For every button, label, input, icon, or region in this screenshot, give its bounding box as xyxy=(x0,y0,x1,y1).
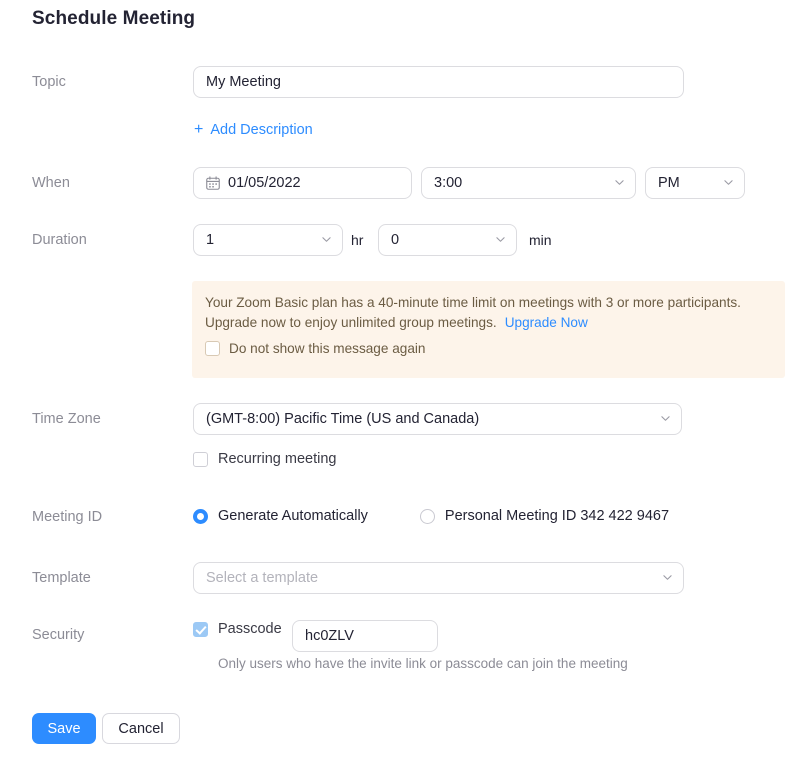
banner-line-2: Upgrade now to enjoy unlimited group mee… xyxy=(205,313,769,333)
schedule-meeting-dialog: Schedule Meeting Topic My Meeting + Add … xyxy=(0,0,788,757)
topic-input-value: My Meeting xyxy=(206,74,281,90)
chevron-down-icon xyxy=(322,235,331,244)
unit-hr: hr xyxy=(351,232,364,248)
calendar-icon xyxy=(206,176,220,190)
chevron-down-icon xyxy=(496,235,505,244)
banner-line-1: Your Zoom Basic plan has a 40-minute tim… xyxy=(205,295,741,310)
add-description-button[interactable]: + Add Description xyxy=(194,121,313,139)
dismiss-banner-row[interactable]: Do not show this message again xyxy=(205,341,769,356)
time-zone-value: (GMT-8:00) Pacific Time (US and Canada) xyxy=(206,411,480,427)
radio-generate-automatically[interactable]: Generate Automatically xyxy=(193,508,368,524)
recurring-meeting-label: Recurring meeting xyxy=(218,451,337,467)
passcode-checkbox[interactable] xyxy=(193,621,208,637)
chevron-down-icon xyxy=(663,573,672,582)
template-select[interactable]: Select a template xyxy=(193,562,684,594)
add-description-label: Add Description xyxy=(210,122,313,138)
passcode-input-value: hc0ZLV xyxy=(305,628,354,644)
date-input-value: 01/05/2022 xyxy=(228,175,301,191)
label-duration: Duration xyxy=(32,232,87,248)
dismiss-banner-checkbox[interactable] xyxy=(205,341,220,356)
radio-personal-meeting-id-indicator xyxy=(419,508,435,524)
time-zone-select[interactable]: (GMT-8:00) Pacific Time (US and Canada) xyxy=(193,403,682,435)
banner-line-2-text: Upgrade now to enjoy unlimited group mee… xyxy=(205,315,497,330)
meeting-id-radio-group: Generate Automatically Personal Meeting … xyxy=(193,508,669,524)
label-security: Security xyxy=(32,627,85,643)
date-input[interactable]: 01/05/2022 xyxy=(193,167,412,199)
duration-hours-value: 1 xyxy=(206,232,215,248)
radio-generate-automatically-label: Generate Automatically xyxy=(218,508,368,524)
topic-input[interactable]: My Meeting xyxy=(193,66,684,98)
recurring-meeting-row[interactable]: Recurring meeting xyxy=(193,451,336,467)
passcode-label: Passcode xyxy=(218,621,282,637)
passcode-row: Passcode xyxy=(193,621,298,637)
label-template: Template xyxy=(32,570,91,586)
passcode-input[interactable]: hc0ZLV xyxy=(292,620,438,652)
duration-minutes-select[interactable]: 0 xyxy=(378,224,517,256)
label-time-zone: Time Zone xyxy=(32,411,101,427)
recurring-meeting-checkbox[interactable] xyxy=(193,451,208,467)
chevron-down-icon xyxy=(724,178,733,187)
time-select[interactable]: 3:00 xyxy=(421,167,636,199)
duration-hours-select[interactable]: 1 xyxy=(193,224,343,256)
page-title: Schedule Meeting xyxy=(32,8,196,29)
save-button[interactable]: Save xyxy=(32,713,96,744)
chevron-down-icon xyxy=(661,414,670,423)
plan-limit-banner: Your Zoom Basic plan has a 40-minute tim… xyxy=(192,281,785,378)
plus-icon: + xyxy=(194,121,204,138)
meridiem-select[interactable]: PM xyxy=(645,167,745,199)
cancel-button[interactable]: Cancel xyxy=(102,713,180,744)
duration-minutes-value: 0 xyxy=(391,232,400,248)
dismiss-banner-label: Do not show this message again xyxy=(229,341,426,356)
upgrade-now-link[interactable]: Upgrade Now xyxy=(505,315,588,330)
meridiem-select-value: PM xyxy=(658,175,680,191)
chevron-down-icon xyxy=(615,178,624,187)
template-placeholder: Select a template xyxy=(206,570,319,586)
label-when: When xyxy=(32,175,70,191)
label-meeting-id: Meeting ID xyxy=(32,509,103,525)
time-select-value: 3:00 xyxy=(434,175,463,191)
radio-personal-meeting-id-label: Personal Meeting ID 342 422 9467 xyxy=(444,508,670,524)
label-topic: Topic xyxy=(32,74,66,90)
unit-min: min xyxy=(529,232,552,248)
radio-personal-meeting-id[interactable]: Personal Meeting ID 342 422 9467 xyxy=(419,508,670,524)
passcode-hint: Only users who have the invite link or p… xyxy=(218,656,628,671)
radio-generate-automatically-indicator xyxy=(193,508,208,524)
